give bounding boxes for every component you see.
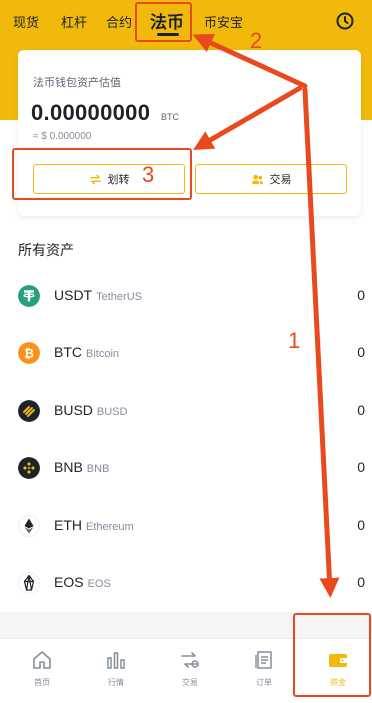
asset-amount: 0	[357, 574, 365, 590]
trade-button[interactable]: 交易	[195, 164, 347, 194]
users-icon	[251, 174, 263, 184]
orders-icon	[255, 651, 272, 669]
eos-icon	[18, 572, 40, 594]
all-assets-title: 所有资产	[18, 242, 74, 258]
asset-amount: 0	[357, 517, 365, 533]
fiat-estimate: ≈ $ 0.000000	[33, 131, 92, 142]
nav-label: 订单	[256, 678, 272, 687]
asset-amount: 0	[357, 402, 365, 418]
history-icon[interactable]	[335, 11, 355, 31]
annotation-number-two: 2	[250, 28, 263, 53]
markets-icon	[107, 652, 125, 669]
annotation-box-transfer	[12, 148, 192, 200]
trade-icon	[181, 652, 199, 668]
annotation-number-three: 3	[142, 162, 155, 187]
asset-row-btc[interactable]: ₿ BTC Bitcoin 0	[0, 334, 372, 374]
tab-savings[interactable]: 币安宝	[204, 12, 243, 31]
btc-icon: ₿	[18, 342, 40, 364]
asset-symbol: EOS	[54, 574, 84, 590]
tab-spot[interactable]: 现货	[13, 12, 39, 31]
nav-label: 交易	[182, 678, 198, 687]
usdt-icon	[18, 285, 40, 307]
asset-symbol: ETH	[54, 517, 82, 533]
wallet-label: 法币钱包资产估值	[33, 77, 121, 89]
busd-icon	[18, 400, 40, 422]
asset-name: BNB	[86, 463, 110, 475]
annotation-box-funds	[293, 613, 371, 697]
asset-symbol: BUSD	[54, 402, 93, 418]
asset-amount: 0	[357, 287, 365, 303]
trade-label: 交易	[269, 174, 292, 186]
nav-trade[interactable]: 交易	[160, 649, 220, 688]
tab-margin[interactable]: 杠杆	[61, 12, 87, 31]
asset-row-bnb[interactable]: BNB BNB 0	[0, 449, 372, 489]
asset-name: TetherUS	[96, 291, 142, 303]
asset-name: Bitcoin	[86, 348, 120, 360]
home-icon	[33, 651, 51, 669]
nav-label: 行情	[108, 678, 124, 687]
bnb-icon	[18, 457, 40, 479]
annotation-number-one: 1	[288, 328, 301, 353]
asset-row-usdt[interactable]: USDT TetherUS 0	[0, 277, 372, 317]
asset-row-eos[interactable]: EOS EOS 0	[0, 564, 372, 604]
asset-name: BUSD	[96, 406, 128, 418]
nav-label: 首页	[34, 678, 50, 687]
nav-orders[interactable]: 订单	[234, 649, 294, 688]
asset-name: EOS	[87, 578, 111, 590]
svg-text:₿: ₿	[24, 347, 34, 361]
asset-name: Ethereum	[86, 521, 134, 533]
annotation-box-fiat-tab	[135, 2, 192, 42]
tab-futures[interactable]: 合约	[106, 12, 132, 31]
nav-markets[interactable]: 行情	[86, 649, 146, 688]
nav-home[interactable]: 首页	[12, 649, 72, 688]
asset-symbol: BNB	[54, 459, 83, 475]
balance-unit: BTC	[161, 112, 179, 122]
wallet-balance: 0.00000000	[31, 100, 151, 125]
asset-row-eth[interactable]: ETH Ethereum 0	[0, 507, 372, 547]
asset-amount: 0	[357, 344, 365, 360]
asset-symbol: USDT	[54, 287, 93, 303]
asset-amount: 0	[357, 459, 365, 475]
asset-symbol: BTC	[54, 344, 82, 360]
asset-row-busd[interactable]: BUSD BUSD 0	[0, 392, 372, 432]
eth-icon	[18, 515, 40, 537]
